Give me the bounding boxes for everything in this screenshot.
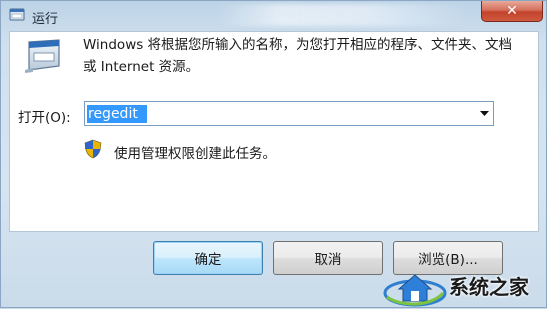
ok-button[interactable]: 确定 [153,241,263,275]
close-button[interactable]: ✕ [481,1,543,22]
close-icon: ✕ [506,3,518,19]
run-app-icon [9,8,25,21]
cancel-button[interactable]: 取消 [273,241,383,275]
chevron-down-icon [479,110,489,116]
admin-privilege-note: 使用管理权限创建此任务。 [114,146,276,162]
browse-button[interactable]: 浏览(B)... [393,241,503,275]
run-dialog-window: 运行 ✕ Windows 将根据您所输入的名称，为您打开相应的程序、文件夹、文档… [0,0,547,308]
watermark-text: 系统之家 [449,275,529,299]
dropdown-button[interactable] [475,102,493,125]
open-label: 打开(O): [18,110,71,126]
run-dialog-icon [25,39,60,73]
title-bar[interactable]: 运行 ✕ [1,1,547,31]
open-input[interactable] [85,102,473,125]
open-combobox[interactable] [84,101,494,126]
title-bar-blur [216,4,471,26]
window-title: 运行 [32,12,59,27]
uac-shield-icon [84,139,102,159]
dialog-description: Windows 将根据您所输入的名称，为您打开相应的程序、文件夹、文档或 Int… [83,37,513,75]
